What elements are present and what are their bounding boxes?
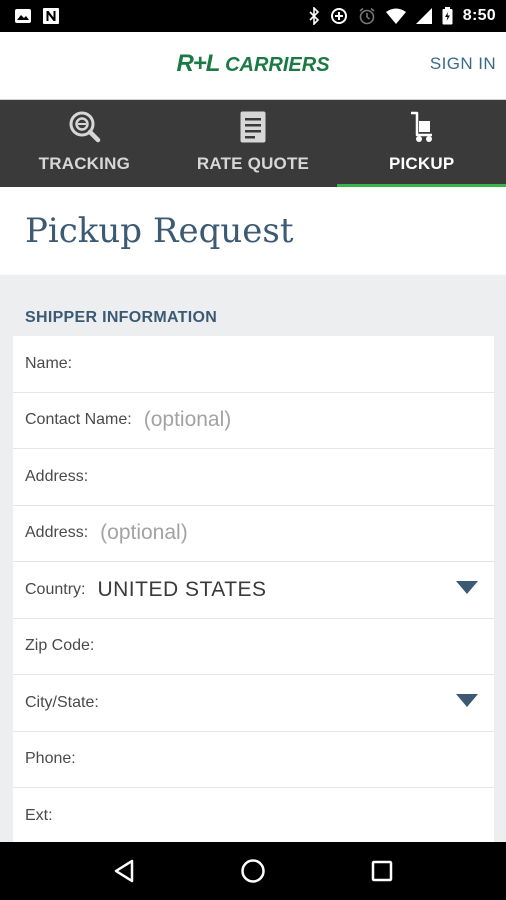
country-value: UNITED STATES (97, 577, 267, 601)
alarm-icon (358, 7, 376, 25)
tab-pickup[interactable]: PICKUP (337, 100, 506, 187)
logo-mark: R+L (176, 50, 220, 77)
shipper-section-header: SHIPPER INFORMATION (25, 309, 218, 326)
phone-label: Phone: (25, 750, 76, 768)
phone-field[interactable]: Phone: (13, 732, 494, 788)
page-title-area: Pickup Request (0, 187, 506, 275)
wifi-icon (385, 8, 406, 24)
ext-field[interactable]: Ext: (13, 788, 494, 842)
cart-icon (408, 110, 436, 144)
address-2-placeholder: (optional) (100, 521, 188, 545)
image-icon (14, 7, 32, 25)
recents-icon[interactable] (362, 851, 402, 891)
sign-in-link[interactable]: SIGN IN (430, 54, 496, 74)
data-saver-icon (330, 7, 348, 25)
address-field[interactable]: Address: (13, 449, 494, 506)
bluetooth-icon (308, 7, 320, 25)
name-field[interactable]: Name: (13, 336, 494, 393)
tab-rate-quote-label: RATE QUOTE (196, 154, 310, 173)
country-select[interactable]: Country: UNITED STATES (13, 562, 494, 619)
page-title: Pickup Request (25, 211, 294, 251)
contact-name-field[interactable]: Contact Name: (optional) (13, 393, 494, 449)
contact-name-label: Contact Name: (25, 411, 132, 429)
document-icon (239, 110, 267, 144)
dropdown-arrow-icon[interactable] (456, 580, 478, 599)
logo-text: CARRIERS (225, 54, 330, 76)
country-label: Country: (25, 580, 86, 598)
address-2-label: Address: (25, 524, 89, 542)
status-time: 8:50 (462, 7, 496, 24)
zip-code-field[interactable]: Zip Code: (13, 619, 494, 675)
android-nav-bar (0, 842, 506, 900)
dropdown-arrow-icon[interactable] (456, 693, 478, 712)
shipper-form: Name: Contact Name: (optional) Address: … (13, 336, 494, 842)
app-header: R+L CARRIERS SIGN IN (0, 32, 506, 100)
status-bar: 8:50 (0, 0, 506, 32)
tab-pickup-label: PICKUP (388, 154, 455, 173)
tab-tracking[interactable]: TRACKING (0, 100, 169, 187)
contact-name-placeholder: (optional) (143, 408, 232, 432)
status-left (14, 7, 60, 25)
ext-label: Ext: (25, 806, 53, 824)
status-right: 8:50 (308, 7, 496, 25)
screen: 8:50 R+L CARRIERS SIGN IN TRACKING RATE … (0, 0, 506, 900)
zip-code-label: Zip Code: (25, 637, 95, 655)
tracking-search-icon (67, 110, 101, 144)
back-icon[interactable] (104, 851, 144, 891)
battery-icon (442, 7, 453, 25)
city-state-label: City/State: (25, 693, 99, 711)
cell-signal-icon (415, 8, 432, 24)
tab-bar: TRACKING RATE QUOTE PICKUP (0, 100, 506, 187)
address-label: Address: (25, 467, 89, 485)
home-icon[interactable] (233, 851, 273, 891)
name-label: Name: (25, 354, 73, 372)
city-state-select[interactable]: City/State: (13, 675, 494, 732)
tab-tracking-label: TRACKING (38, 154, 130, 173)
n-notification-icon (42, 7, 60, 25)
address-2-field[interactable]: Address: (optional) (13, 506, 494, 562)
tab-rate-quote[interactable]: RATE QUOTE (169, 100, 338, 187)
